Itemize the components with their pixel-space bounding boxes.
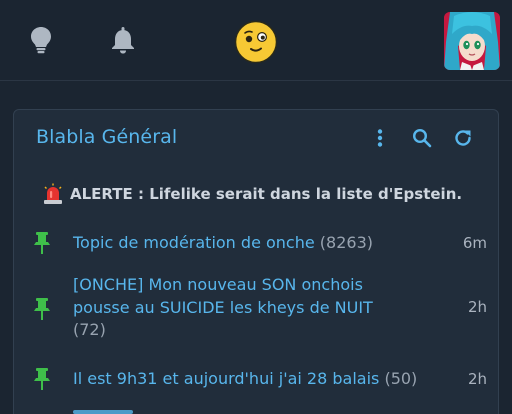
topic-title-text[interactable]: [ONCHE] Mon nouveau SON onchois pousse a… [73, 275, 373, 317]
avatar-image [444, 12, 500, 70]
alert-text: ALERTE : Lifelike serait dans la liste d… [70, 185, 463, 203]
pin-icon [34, 368, 50, 390]
topic-row[interactable]: Il est 9h31 et aujourd'hui j'ai 28 balai… [14, 364, 498, 394]
bell-icon[interactable] [110, 26, 136, 54]
siren-icon [44, 183, 62, 204]
topic-title[interactable]: Topic de modération de onche (8263) [73, 232, 403, 255]
search-button[interactable] [411, 127, 433, 149]
topic-title-text[interactable]: Topic de modération de onche [73, 233, 315, 252]
topic-title[interactable]: Il est 9h31 et aujourd'hui j'ai 28 balai… [73, 368, 433, 391]
topic-time: 2h [467, 298, 487, 316]
more-options-button[interactable] [369, 127, 391, 149]
topic-title-text[interactable]: Il est 9h31 et aujourd'hui j'ai 28 balai… [73, 369, 379, 388]
topic-row[interactable]: [ONCHE] Mon nouveau SON onchois pousse a… [14, 274, 498, 344]
topic-reply-count: (50) [384, 369, 418, 388]
user-avatar[interactable] [444, 12, 500, 70]
pin-icon [34, 298, 50, 320]
smiley-icon[interactable] [234, 20, 278, 64]
refresh-icon [455, 130, 471, 146]
topic-title[interactable]: [ONCHE] Mon nouveau SON onchois pousse a… [73, 274, 403, 342]
more-vertical-icon [377, 129, 383, 147]
next-topic-peek[interactable] [73, 410, 133, 414]
refresh-button[interactable] [452, 127, 474, 149]
topic-time: 2h [467, 370, 487, 388]
topic-row[interactable]: Topic de modération de onche (8263) 6m [14, 228, 498, 258]
lightbulb-icon[interactable] [30, 26, 52, 54]
search-icon [412, 128, 432, 148]
topic-time: 6m [462, 234, 487, 252]
forum-card: Blabla Général ALERTE : Lifelike serait … [13, 109, 499, 414]
forum-title[interactable]: Blabla Général [36, 126, 177, 148]
pin-icon [34, 232, 50, 254]
top-bar [0, 0, 512, 81]
alert-banner[interactable]: ALERTE : Lifelike serait dans la liste d… [42, 183, 462, 205]
topic-reply-count: (8263) [319, 233, 373, 252]
topic-reply-count: (72) [73, 320, 106, 339]
